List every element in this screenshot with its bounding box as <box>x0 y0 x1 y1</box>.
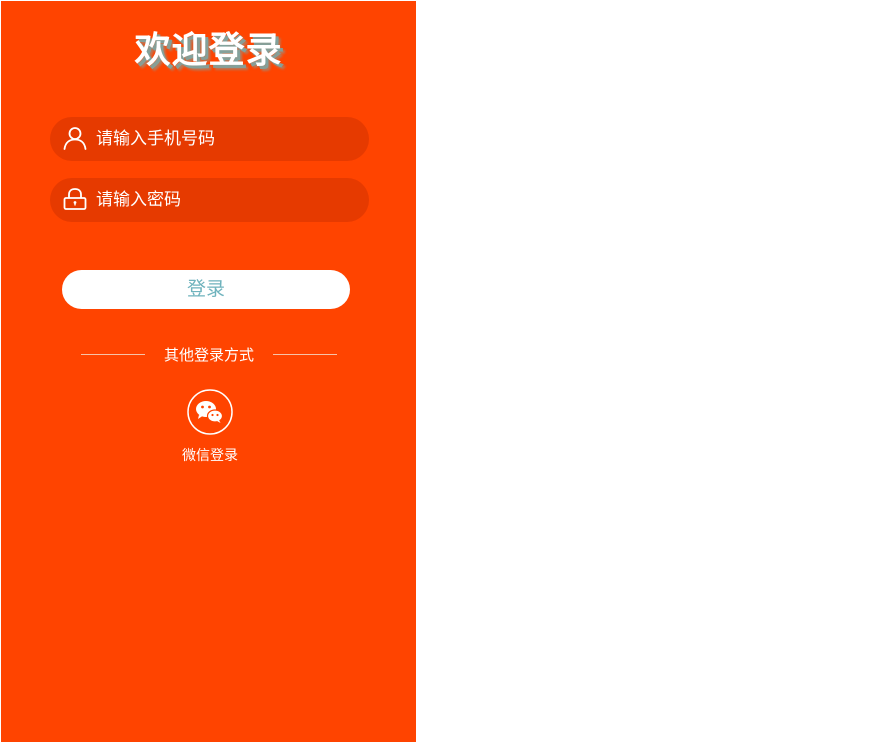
login-panel: 欢迎登录 登录 其他登录方式 微信登录 <box>1 1 416 742</box>
phone-field[interactable] <box>50 117 369 161</box>
divider-line-right <box>273 354 337 355</box>
page-title: 欢迎登录 <box>134 30 283 71</box>
other-login-label: 其他登录方式 <box>163 346 254 364</box>
wechat-icon[interactable] <box>187 389 233 435</box>
lock-icon <box>63 188 87 210</box>
phone-input[interactable] <box>96 117 356 161</box>
password-input[interactable] <box>96 178 356 222</box>
login-button[interactable]: 登录 <box>62 270 350 309</box>
password-field[interactable] <box>50 178 369 222</box>
divider-line-left <box>81 354 145 355</box>
wechat-login-label[interactable]: 微信登录 <box>150 446 270 466</box>
user-icon <box>63 127 87 150</box>
